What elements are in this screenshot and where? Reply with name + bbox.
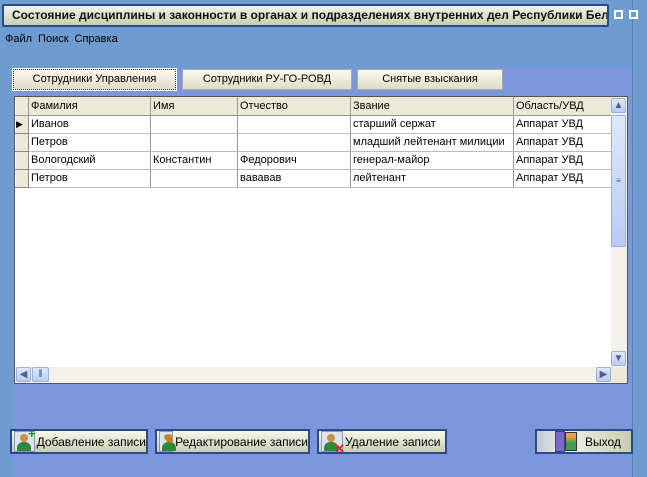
table-row[interactable]: Петров младший лейтенант милиции Аппарат… xyxy=(15,132,614,152)
cell[interactable] xyxy=(237,133,351,152)
scroll-left-icon[interactable]: ◀ xyxy=(16,367,31,382)
cell[interactable]: вававав xyxy=(237,169,351,188)
staff-grid[interactable]: Фамилия Имя Отчество Звание Область/УВД … xyxy=(14,96,628,384)
delete-user-icon: ✕ xyxy=(321,431,345,455)
maximize-icon[interactable] xyxy=(629,10,638,19)
exit-label: Выход xyxy=(585,434,621,449)
cell[interactable]: Иванов xyxy=(28,115,151,134)
horizontal-scrollbar[interactable]: ◀ ⦀ ▶ xyxy=(15,367,613,383)
column-header-surname[interactable]: Фамилия xyxy=(28,97,151,116)
menu-file[interactable]: Файл xyxy=(5,33,32,45)
header-row: Фамилия Имя Отчество Звание Область/УВД xyxy=(15,97,614,116)
horizontal-scroll-thumb[interactable]: ⦀ xyxy=(32,367,49,382)
menu-bar: Файл Поиск Справка xyxy=(5,33,118,45)
column-header-name[interactable]: Имя xyxy=(150,97,238,116)
scroll-right-icon[interactable]: ▶ xyxy=(596,367,611,382)
window-edge xyxy=(632,0,647,477)
column-header-patronymic[interactable]: Отчество xyxy=(237,97,351,116)
delete-record-button[interactable]: ✕ Удаление записи xyxy=(317,429,447,455)
cell[interactable]: Федорович xyxy=(237,151,351,170)
edit-user-icon: ✎ xyxy=(159,431,176,452)
menu-search[interactable]: Поиск xyxy=(38,33,68,45)
add-record-button[interactable]: + Добавление записи xyxy=(10,427,148,454)
delete-record-label: Удаление записи xyxy=(345,434,441,449)
cell[interactable] xyxy=(150,133,238,152)
column-header-rank[interactable]: Звание xyxy=(350,97,514,116)
add-user-icon: + xyxy=(14,427,36,452)
cell[interactable]: Петров xyxy=(28,169,151,188)
table-row[interactable]: Вологодский Константин Федорович генерал… xyxy=(15,150,614,170)
add-record-label: Добавление записи xyxy=(36,434,146,449)
scroll-corner xyxy=(611,367,627,383)
row-indicator[interactable] xyxy=(15,168,29,188)
restore-icon[interactable] xyxy=(614,10,623,19)
table-row[interactable]: Петров вававав лейтенант Аппарат УВД xyxy=(15,168,614,188)
cell[interactable] xyxy=(150,169,238,188)
cell[interactable]: Аппарат УВД xyxy=(513,133,614,152)
cell[interactable] xyxy=(150,115,238,134)
tab-management-staff[interactable]: Сотрудники Управления xyxy=(12,68,177,91)
table-row[interactable]: ▶ Иванов старший сержат Аппарат УВД xyxy=(15,114,614,134)
cell[interactable]: Вологодский xyxy=(28,151,151,170)
row-indicator[interactable] xyxy=(15,150,29,170)
tab-district-staff[interactable]: Сотрудники РУ-ГО-РОВД xyxy=(182,69,352,90)
cell[interactable]: генерал-майор xyxy=(350,151,514,170)
indicator-header xyxy=(15,97,29,116)
edit-record-label: Редактирование записи xyxy=(175,434,308,449)
cell[interactable]: младший лейтенант милиции xyxy=(350,133,514,152)
vertical-scrollbar[interactable]: ▲ ≡ ▼ xyxy=(611,97,627,367)
cell[interactable]: Аппарат УВД xyxy=(513,115,614,134)
row-indicator[interactable] xyxy=(15,132,29,152)
door-exit-icon xyxy=(555,431,581,452)
exit-button[interactable]: Выход xyxy=(535,429,633,454)
cell[interactable]: Аппарат УВД xyxy=(513,151,614,170)
tab-removed-penalties[interactable]: Снятые взыскания xyxy=(357,69,503,90)
cell[interactable]: Аппарат УВД xyxy=(513,169,614,188)
column-header-region[interactable]: Область/УВД xyxy=(513,97,614,116)
cell[interactable]: Петров xyxy=(28,133,151,152)
scroll-up-icon[interactable]: ▲ xyxy=(611,98,626,113)
current-row-arrow-icon: ▶ xyxy=(15,114,29,134)
cell[interactable]: Константин xyxy=(150,151,238,170)
cell[interactable] xyxy=(237,115,351,134)
vertical-scroll-thumb[interactable]: ≡ xyxy=(611,115,626,247)
window-title: Состояние дисциплины и законности в орга… xyxy=(2,4,609,27)
cell[interactable]: старший сержат xyxy=(350,115,514,134)
menu-help[interactable]: Справка xyxy=(75,33,118,45)
scroll-down-icon[interactable]: ▼ xyxy=(611,351,626,366)
cell[interactable]: лейтенант xyxy=(350,169,514,188)
edit-record-button[interactable]: ✎ Редактирование записи xyxy=(155,429,310,454)
